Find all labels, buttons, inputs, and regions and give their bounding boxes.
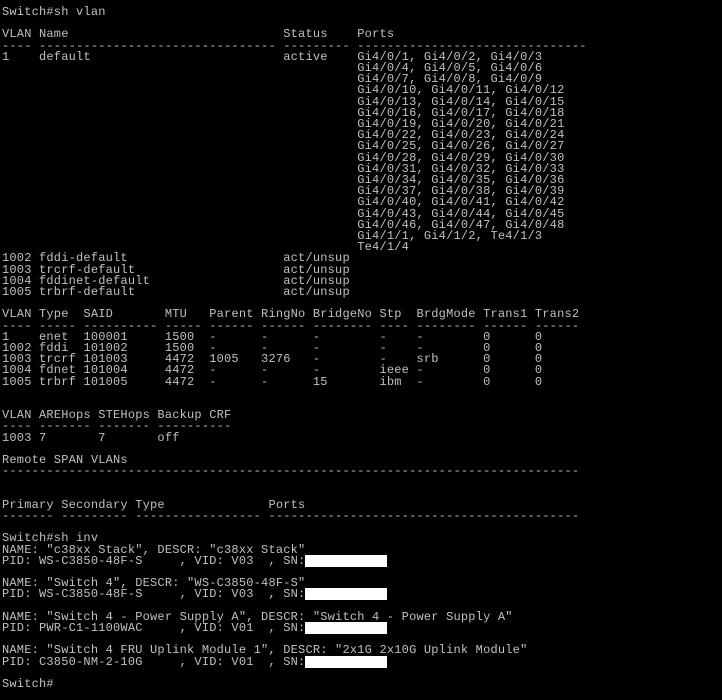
redacted-serial-number bbox=[305, 554, 387, 567]
redacted-serial-number bbox=[305, 622, 387, 634]
terminal-line: 1005 trbrf-default act/unsup bbox=[2, 285, 350, 299]
redacted-serial-number bbox=[305, 588, 387, 601]
terminal-line: PID: PWR-C1-1100WAC , VID: V01 , SN: bbox=[2, 621, 313, 635]
terminal-line: PID: WS-C3850-48F-S , VID: V03 , SN: bbox=[2, 553, 313, 568]
terminal-line: ------- --------- ----------------- ----… bbox=[2, 509, 580, 523]
terminal-line: 1005 trbrf 101005 4472 - - 15 ibm - 0 0 bbox=[2, 374, 543, 389]
terminal-line: 1003 7 7 off bbox=[2, 430, 180, 445]
terminal-line: PID: WS-C3850-48F-S , VID: V03 , SN: bbox=[2, 587, 313, 602]
redacted-serial-number bbox=[305, 655, 387, 668]
terminal-window[interactable]: Switch#sh vlan VLAN Name Status Ports ----… bbox=[0, 0, 722, 700]
terminal-line: Switch#sh vlan bbox=[2, 5, 106, 19]
terminal-line: PID: C3850-NM-2-10G , VID: V01 , SN: bbox=[2, 654, 313, 669]
terminal-line: ----------------------------------------… bbox=[2, 464, 580, 479]
terminal-line: Switch# bbox=[2, 677, 54, 691]
